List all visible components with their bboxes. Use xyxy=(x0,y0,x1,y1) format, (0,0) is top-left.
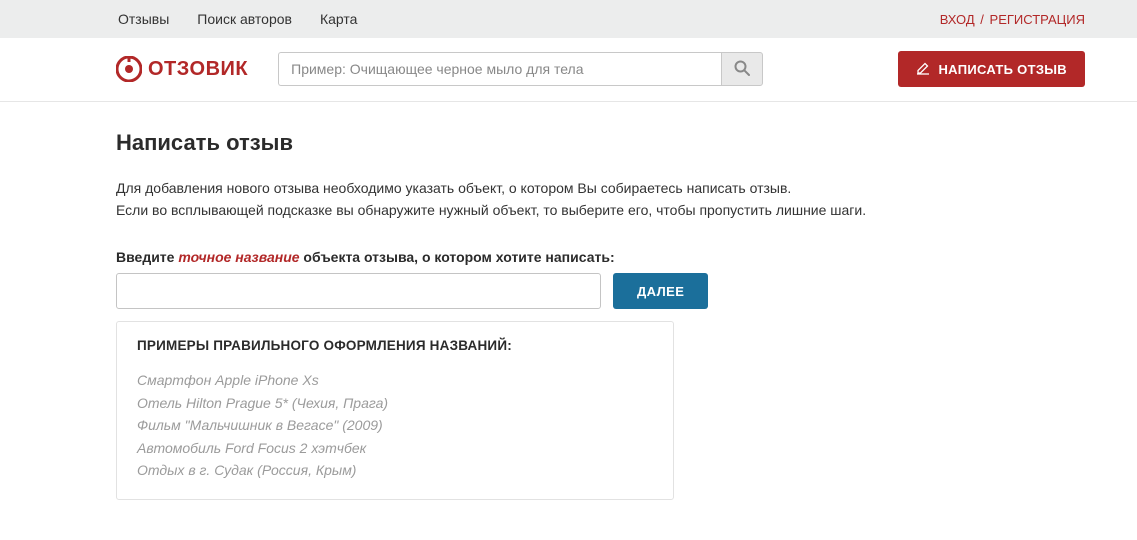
logo-icon xyxy=(116,56,142,82)
search-button[interactable] xyxy=(721,52,763,86)
object-prompt: Введите точное название объекта отзыва, … xyxy=(116,249,1085,265)
nav-authors[interactable]: Поиск авторов xyxy=(197,11,292,27)
prompt-accent: точное название xyxy=(178,249,299,265)
auth-sep: / xyxy=(980,12,984,27)
next-button[interactable]: ДАЛЕЕ xyxy=(613,273,708,309)
auth-links: ВХОД / РЕГИСТРАЦИЯ xyxy=(940,12,1085,27)
top-nav: Отзывы Поиск авторов Карта xyxy=(52,11,357,27)
page-title: Написать отзыв xyxy=(116,130,1085,156)
search xyxy=(278,52,763,86)
prompt-prefix: Введите xyxy=(116,249,178,265)
intro-line-2: Если во всплывающей подсказке вы обнаруж… xyxy=(116,200,1085,222)
logo-text: ОТЗОВИК xyxy=(148,58,248,81)
example-item: Фильм "Мальчишник в Вегасе" (2009) xyxy=(137,414,653,436)
object-name-input[interactable] xyxy=(116,273,601,309)
search-input[interactable] xyxy=(278,52,721,86)
prompt-suffix: объекта отзыва, о котором хотите написат… xyxy=(300,249,615,265)
write-review-button[interactable]: НАПИСАТЬ ОТЗЫВ xyxy=(898,51,1085,87)
pencil-icon xyxy=(916,61,930,78)
intro-line-1: Для добавления нового отзыва необходимо … xyxy=(116,178,1085,200)
logo[interactable]: ОТЗОВИК xyxy=(116,56,248,82)
login-link[interactable]: ВХОД xyxy=(940,12,975,27)
example-item: Отель Hilton Prague 5* (Чехия, Прага) xyxy=(137,392,653,414)
object-input-row: ДАЛЕЕ xyxy=(116,273,1085,309)
examples-title: ПРИМЕРЫ ПРАВИЛЬНОГО ОФОРМЛЕНИЯ НАЗВАНИЙ: xyxy=(137,338,653,353)
search-icon xyxy=(734,60,750,79)
examples-list: Смартфон Apple iPhone Xs Отель Hilton Pr… xyxy=(137,369,653,481)
nav-map[interactable]: Карта xyxy=(320,11,357,27)
header: ОТЗОВИК НАПИСАТЬ ОТЗЫВ xyxy=(0,38,1137,102)
intro-text: Для добавления нового отзыва необходимо … xyxy=(116,178,1085,221)
main-content: Написать отзыв Для добавления нового отз… xyxy=(0,102,1137,540)
example-item: Отдых в г. Судак (Россия, Крым) xyxy=(137,459,653,481)
write-review-label: НАПИСАТЬ ОТЗЫВ xyxy=(938,62,1067,77)
example-item: Автомобиль Ford Focus 2 хэтчбек xyxy=(137,437,653,459)
nav-reviews[interactable]: Отзывы xyxy=(118,11,169,27)
example-item: Смартфон Apple iPhone Xs xyxy=(137,369,653,391)
examples-box: ПРИМЕРЫ ПРАВИЛЬНОГО ОФОРМЛЕНИЯ НАЗВАНИЙ:… xyxy=(116,321,674,500)
top-bar: Отзывы Поиск авторов Карта ВХОД / РЕГИСТ… xyxy=(0,0,1137,38)
register-link[interactable]: РЕГИСТРАЦИЯ xyxy=(990,12,1085,27)
